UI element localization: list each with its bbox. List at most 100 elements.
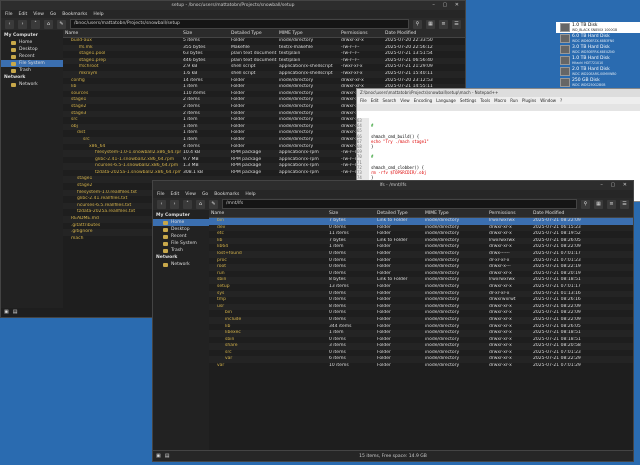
compact-view-button[interactable]: ☰: [620, 199, 629, 209]
menu-item[interactable]: ?: [560, 98, 562, 103]
table-row[interactable]: sbin 8 bytes Link to Folder inode/directory…: [209, 277, 633, 284]
back-button[interactable]: ‹: [157, 199, 166, 209]
table-row[interactable]: sbin 0 items Folder inode/directory drwxr-xr…: [209, 337, 633, 344]
table-row[interactable]: stage1.prep 446 bytes plain text document t…: [63, 57, 465, 65]
sidebar-item[interactable]: Recent: [153, 233, 209, 240]
window-controls[interactable]: – ▢ ✕: [600, 181, 630, 190]
menu-item[interactable]: Language: [436, 98, 456, 103]
menu-item[interactable]: Help: [245, 192, 255, 197]
menu-item[interactable]: View: [400, 98, 410, 103]
forward-button[interactable]: ›: [170, 199, 179, 209]
menu-item[interactable]: Macro: [494, 98, 506, 103]
list-view-button[interactable]: ≡: [607, 199, 616, 209]
editor-title[interactable]: Z:\bnoc\users\mattatobn\Projects\snowbal…: [357, 89, 640, 97]
table-row[interactable]: var 6 items Folder inode/directory drwxr-xr-…: [209, 356, 633, 364]
sidebar-item[interactable]: Desktop: [153, 226, 209, 233]
column-header[interactable]: Permissions: [487, 210, 531, 217]
table-row[interactable]: config 14 items Folder inode/directory drwxr…: [63, 78, 465, 85]
desktop-disk-icon[interactable]: 1.0 TB Hard Disk Hitachi HDT721010: [556, 55, 640, 66]
table-row[interactable]: bin 7 bytes Link to Folder inode/directory l…: [209, 218, 633, 225]
icon-view-button[interactable]: ▦: [426, 19, 435, 29]
sidebar-item[interactable]: Recent: [1, 53, 63, 60]
menu-item[interactable]: Settings: [460, 98, 476, 103]
sidebar-item[interactable]: File System: [153, 240, 209, 247]
menu-item[interactable]: Encoding: [414, 98, 432, 103]
location-bar[interactable]: /bnoc/users/mattatobn/Projects/snowball/…: [70, 19, 409, 29]
menu-item[interactable]: View: [33, 12, 44, 17]
up-button[interactable]: ˄: [31, 19, 40, 29]
column-header[interactable]: Date Modified: [383, 30, 445, 37]
table-row[interactable]: lfschroot 2.9 kB shell script application/x…: [63, 64, 465, 71]
column-header[interactable]: Detailed Type: [375, 210, 423, 217]
menu-item[interactable]: File: [157, 192, 165, 197]
column-header[interactable]: Size: [327, 210, 375, 217]
menu-item[interactable]: Tools: [480, 98, 490, 103]
table-row[interactable]: tmp 0 items Folder inode/directory drwxrwxrw…: [209, 297, 633, 304]
up-button[interactable]: ˄: [183, 199, 192, 209]
menu-item[interactable]: Edit: [371, 98, 379, 103]
table-row[interactable]: etc 11 items Folder inode/directory drwxr-xr…: [209, 231, 633, 238]
places-icon[interactable]: ▣: [4, 309, 9, 315]
home-button[interactable]: ⌂: [44, 19, 53, 29]
compact-view-button[interactable]: ☰: [452, 19, 461, 29]
location-bar[interactable]: /mnt/lfs: [222, 199, 577, 209]
sidebar-item[interactable]: Trash: [153, 247, 209, 254]
column-header[interactable]: MIME Type: [423, 210, 487, 217]
table-row[interactable]: build-aux 5 items Folder inode/directory drw…: [63, 38, 465, 45]
menu-item[interactable]: Bookmarks: [214, 192, 239, 197]
menu-item[interactable]: Bookmarks: [62, 12, 87, 17]
sidebar-item[interactable]: Network: [1, 81, 63, 88]
desktop-disk-icon[interactable]: 250 GB Disk WDC WDS250G2B0B: [556, 77, 640, 88]
icon-view-button[interactable]: ▦: [594, 199, 603, 209]
desktop-disk-icon[interactable]: 2.0 TB Hard Disk WDC WD20EARS-00MVWB0: [556, 66, 640, 77]
toggle-path-button[interactable]: ✎: [57, 19, 66, 29]
menu-item[interactable]: Search: [382, 98, 396, 103]
table-row[interactable]: proc 0 items Folder inode/directory dr-xr-xr…: [209, 258, 633, 265]
window-title-bar[interactable]: setup - /bnoc/users/mattatobn/Projects/s…: [1, 1, 465, 10]
column-header[interactable]: Permissions: [339, 30, 383, 37]
menu-item[interactable]: Edit: [171, 192, 180, 197]
sidebar-item[interactable]: Home: [1, 39, 63, 46]
table-row[interactable]: sys 0 items Folder inode/directory dr-xr-xr-…: [209, 290, 633, 298]
table-row[interactable]: mkrxym 1.6 kB shell script application/x-sh…: [63, 70, 465, 78]
tree-icon[interactable]: ▤: [13, 309, 18, 315]
menu-item[interactable]: Go: [202, 192, 208, 197]
sidebar-item[interactable]: Trash: [1, 67, 63, 74]
column-header[interactable]: Name: [209, 210, 327, 217]
menu-item[interactable]: File: [5, 12, 13, 17]
desktop-disk-icon[interactable]: 1.0 TB Disk WD_BLACK SN850X 1000GB: [556, 22, 640, 33]
column-header[interactable]: MIME Type: [277, 30, 339, 37]
forward-button[interactable]: ›: [18, 19, 27, 29]
menu-item[interactable]: Window: [540, 98, 556, 103]
column-header[interactable]: Date Modified: [531, 210, 605, 217]
toggle-path-button[interactable]: ✎: [209, 199, 218, 209]
list-view-button[interactable]: ≡: [439, 19, 448, 29]
sidebar-item[interactable]: Desktop: [1, 46, 63, 53]
desktop-disk-icon[interactable]: 3.0 TB Hard Disk WDC WD30EFRX-68EUZN0: [556, 44, 640, 55]
table-row[interactable]: lib 7 bytes Link to Folder inode/directory l…: [209, 237, 633, 245]
back-button[interactable]: ‹: [5, 19, 14, 29]
window-controls[interactable]: – ▢ ✕: [432, 1, 462, 10]
table-row[interactable]: stage1.pool 63 bytes plain text document te…: [63, 51, 465, 58]
table-row[interactable]: src 0 items Folder inode/directory drwxr-xr-…: [209, 350, 633, 357]
column-header[interactable]: Size: [181, 30, 229, 37]
window-title-bar[interactable]: lfs - /mnt/lfs – ▢ ✕: [153, 181, 633, 190]
table-row[interactable]: run 0 items Folder inode/directory drwxr-xr-…: [209, 271, 633, 278]
table-row[interactable]: usr 8 items Folder inode/directory drwxr-xr-…: [209, 303, 633, 311]
column-header[interactable]: Name: [63, 30, 181, 37]
table-row[interactable]: share 3 items Folder inode/directory drwxr-x…: [209, 343, 633, 350]
table-row[interactable]: lib 344 items Folder inode/directory drwxr-x…: [209, 324, 633, 331]
table-row[interactable]: lost+found 0 items Folder inode/directory dr…: [209, 250, 633, 258]
menu-item[interactable]: Go: [50, 12, 56, 17]
menu-item[interactable]: Run: [510, 98, 518, 103]
table-row[interactable]: setup 13 items Folder inode/directory drwxr-…: [209, 284, 633, 291]
sidebar-item[interactable]: Network: [153, 261, 209, 268]
table-row[interactable]: var 10 items Folder inode/directory drwxr-xr…: [209, 363, 633, 370]
desktop-disk-icon[interactable]: 6.0 TB Hard Disk WDC WD60EFZX-68B3FN0: [556, 33, 640, 44]
table-row[interactable]: lib64 1 item Folder inode/directory drwxr-xr…: [209, 244, 633, 251]
table-row[interactable]: lfs.mk 355 bytes Makefile text/x-makefile -r…: [63, 44, 465, 52]
table-row[interactable]: include 0 items Folder inode/directory drwxr…: [209, 316, 633, 324]
home-button[interactable]: ⌂: [196, 199, 205, 209]
table-row[interactable]: root 0 items Folder inode/directory drwxr-x-…: [209, 264, 633, 271]
column-header[interactable]: Detailed Type: [229, 30, 277, 37]
